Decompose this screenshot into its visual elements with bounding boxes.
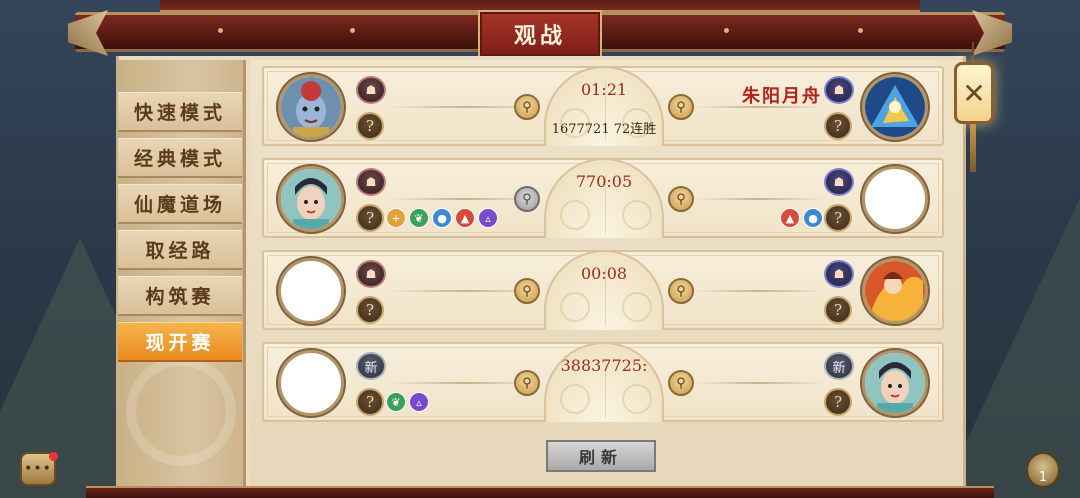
player-avatar-right[interactable]: [862, 350, 928, 416]
rank-emblem-icon: ☗: [356, 168, 386, 196]
fire-icon: ▲: [455, 208, 475, 228]
cloud-ornament: [560, 384, 590, 414]
unknown-card-icon: ?: [824, 296, 852, 324]
spectate-left-button[interactable]: ⚲: [514, 278, 540, 304]
rank-emblem-icon: ☗: [824, 260, 854, 288]
mountain-icon: ▵: [409, 392, 429, 412]
unknown-card-icon: ?: [824, 388, 852, 416]
leaf-icon: ❦: [386, 392, 406, 412]
bag-icon[interactable]: 1: [1026, 452, 1060, 488]
refresh-button[interactable]: 刷新: [546, 440, 656, 472]
match-info-dome: 00:08: [544, 250, 664, 330]
cloud-ornament: [126, 356, 236, 466]
leaf-icon: ❦: [409, 208, 429, 228]
left-skill-list: + ❦ ● ▲ ▵: [386, 208, 498, 228]
cloud-ornament: [560, 292, 590, 322]
spectate-right-button[interactable]: ⚲: [668, 94, 694, 120]
cloud-ornament: [622, 292, 652, 322]
spectate-right-button[interactable]: ⚲: [668, 370, 694, 396]
match-timer: 01:21: [580, 80, 628, 99]
spectate-right-button[interactable]: ⚲: [668, 186, 694, 212]
player-avatar-right[interactable]: [862, 258, 928, 324]
beam-rivet: [350, 28, 355, 33]
match-info-dome: 38837725:: [544, 342, 664, 422]
spectate-right-button[interactable]: ⚲: [668, 278, 694, 304]
tab-immortal-arena[interactable]: 仙魔道场: [118, 184, 242, 224]
player-avatar-left-empty[interactable]: [278, 258, 344, 324]
mountain-icon: ▵: [478, 208, 498, 228]
water-icon: ●: [432, 208, 452, 228]
spectate-left-button[interactable]: ⚲: [514, 186, 540, 212]
cloud-ornament: [622, 200, 652, 230]
tab-quick-mode[interactable]: 快速模式: [118, 92, 242, 132]
cloud-ornament: [560, 200, 590, 230]
match-row[interactable]: 新 ? ❦ ▵ ⚲ 38837725: ⚲ 新 ?: [262, 342, 944, 422]
notification-dot: [49, 452, 58, 461]
spectate-left-button[interactable]: ⚲: [514, 94, 540, 120]
new-player-badge-icon: 新: [356, 352, 386, 380]
spectate-left-button[interactable]: ⚲: [514, 370, 540, 396]
lantern-rope: [972, 42, 974, 64]
beam-rivet: [218, 28, 223, 33]
rank-emblem-icon: ☗: [824, 76, 854, 104]
unknown-card-icon: ?: [824, 112, 852, 140]
player-avatar-right-empty[interactable]: [862, 166, 928, 232]
player-avatar-right[interactable]: [862, 74, 928, 140]
match-row[interactable]: ☗ ? ⚲ 01:21 1677721 72连胜 ⚲ 朱阳月舟 ☗ ?: [262, 66, 944, 146]
page-title: 观战: [478, 10, 602, 58]
unknown-card-icon: ?: [824, 204, 852, 232]
rank-emblem-icon: ☗: [824, 168, 854, 196]
player-avatar-left-empty[interactable]: [278, 350, 344, 416]
match-row[interactable]: ☗ ? + ❦ ● ▲ ▵ ⚲ 770:05 ⚲ ☗ ▲ ● ?: [262, 158, 944, 238]
unknown-card-icon: ?: [356, 112, 384, 140]
match-stats: 1677721 72连胜: [551, 122, 657, 137]
tab-open-contest[interactable]: 现开赛: [118, 322, 242, 362]
player-avatar-left[interactable]: [278, 74, 344, 140]
beam-rivet: [858, 28, 863, 33]
match-timer: 00:08: [580, 264, 628, 283]
tab-build-contest[interactable]: 构筑赛: [118, 276, 242, 316]
tab-pilgrimage[interactable]: 取经路: [118, 230, 242, 270]
divider-line: [694, 198, 824, 200]
plus-icon: +: [386, 208, 406, 228]
lantern-tassel: [970, 124, 976, 172]
unknown-card-icon: ?: [356, 204, 384, 232]
match-timer: 38837725:: [560, 356, 648, 375]
divider-line: [694, 382, 824, 384]
match-info-dome: 01:21 1677721 72连胜: [544, 66, 664, 146]
divider-line: [694, 290, 824, 292]
player-name-right: 朱阳月舟: [742, 86, 822, 107]
match-timer: 770:05: [575, 172, 633, 191]
left-skill-list: ❦ ▵: [386, 392, 429, 412]
fire-icon: ▲: [780, 208, 800, 228]
right-skill-list: ▲ ●: [780, 208, 823, 228]
cloud-ornament: [622, 384, 652, 414]
close-icon[interactable]: ✕: [954, 62, 994, 124]
unknown-card-icon: ?: [356, 296, 384, 324]
water-icon: ●: [803, 208, 823, 228]
match-row[interactable]: ☗ ? ⚲ 00:08 ⚲ ☗ ?: [262, 250, 944, 330]
unknown-card-icon: ?: [356, 388, 384, 416]
player-avatar-left[interactable]: [278, 166, 344, 232]
match-info-dome: 770:05: [544, 158, 664, 238]
tab-classic-mode[interactable]: 经典模式: [118, 138, 242, 178]
new-player-badge-icon: 新: [824, 352, 854, 380]
rank-emblem-icon: ☗: [356, 76, 386, 104]
beam-rivet: [724, 28, 729, 33]
rank-emblem-icon: ☗: [356, 260, 386, 288]
bottom-beam: [86, 486, 994, 498]
